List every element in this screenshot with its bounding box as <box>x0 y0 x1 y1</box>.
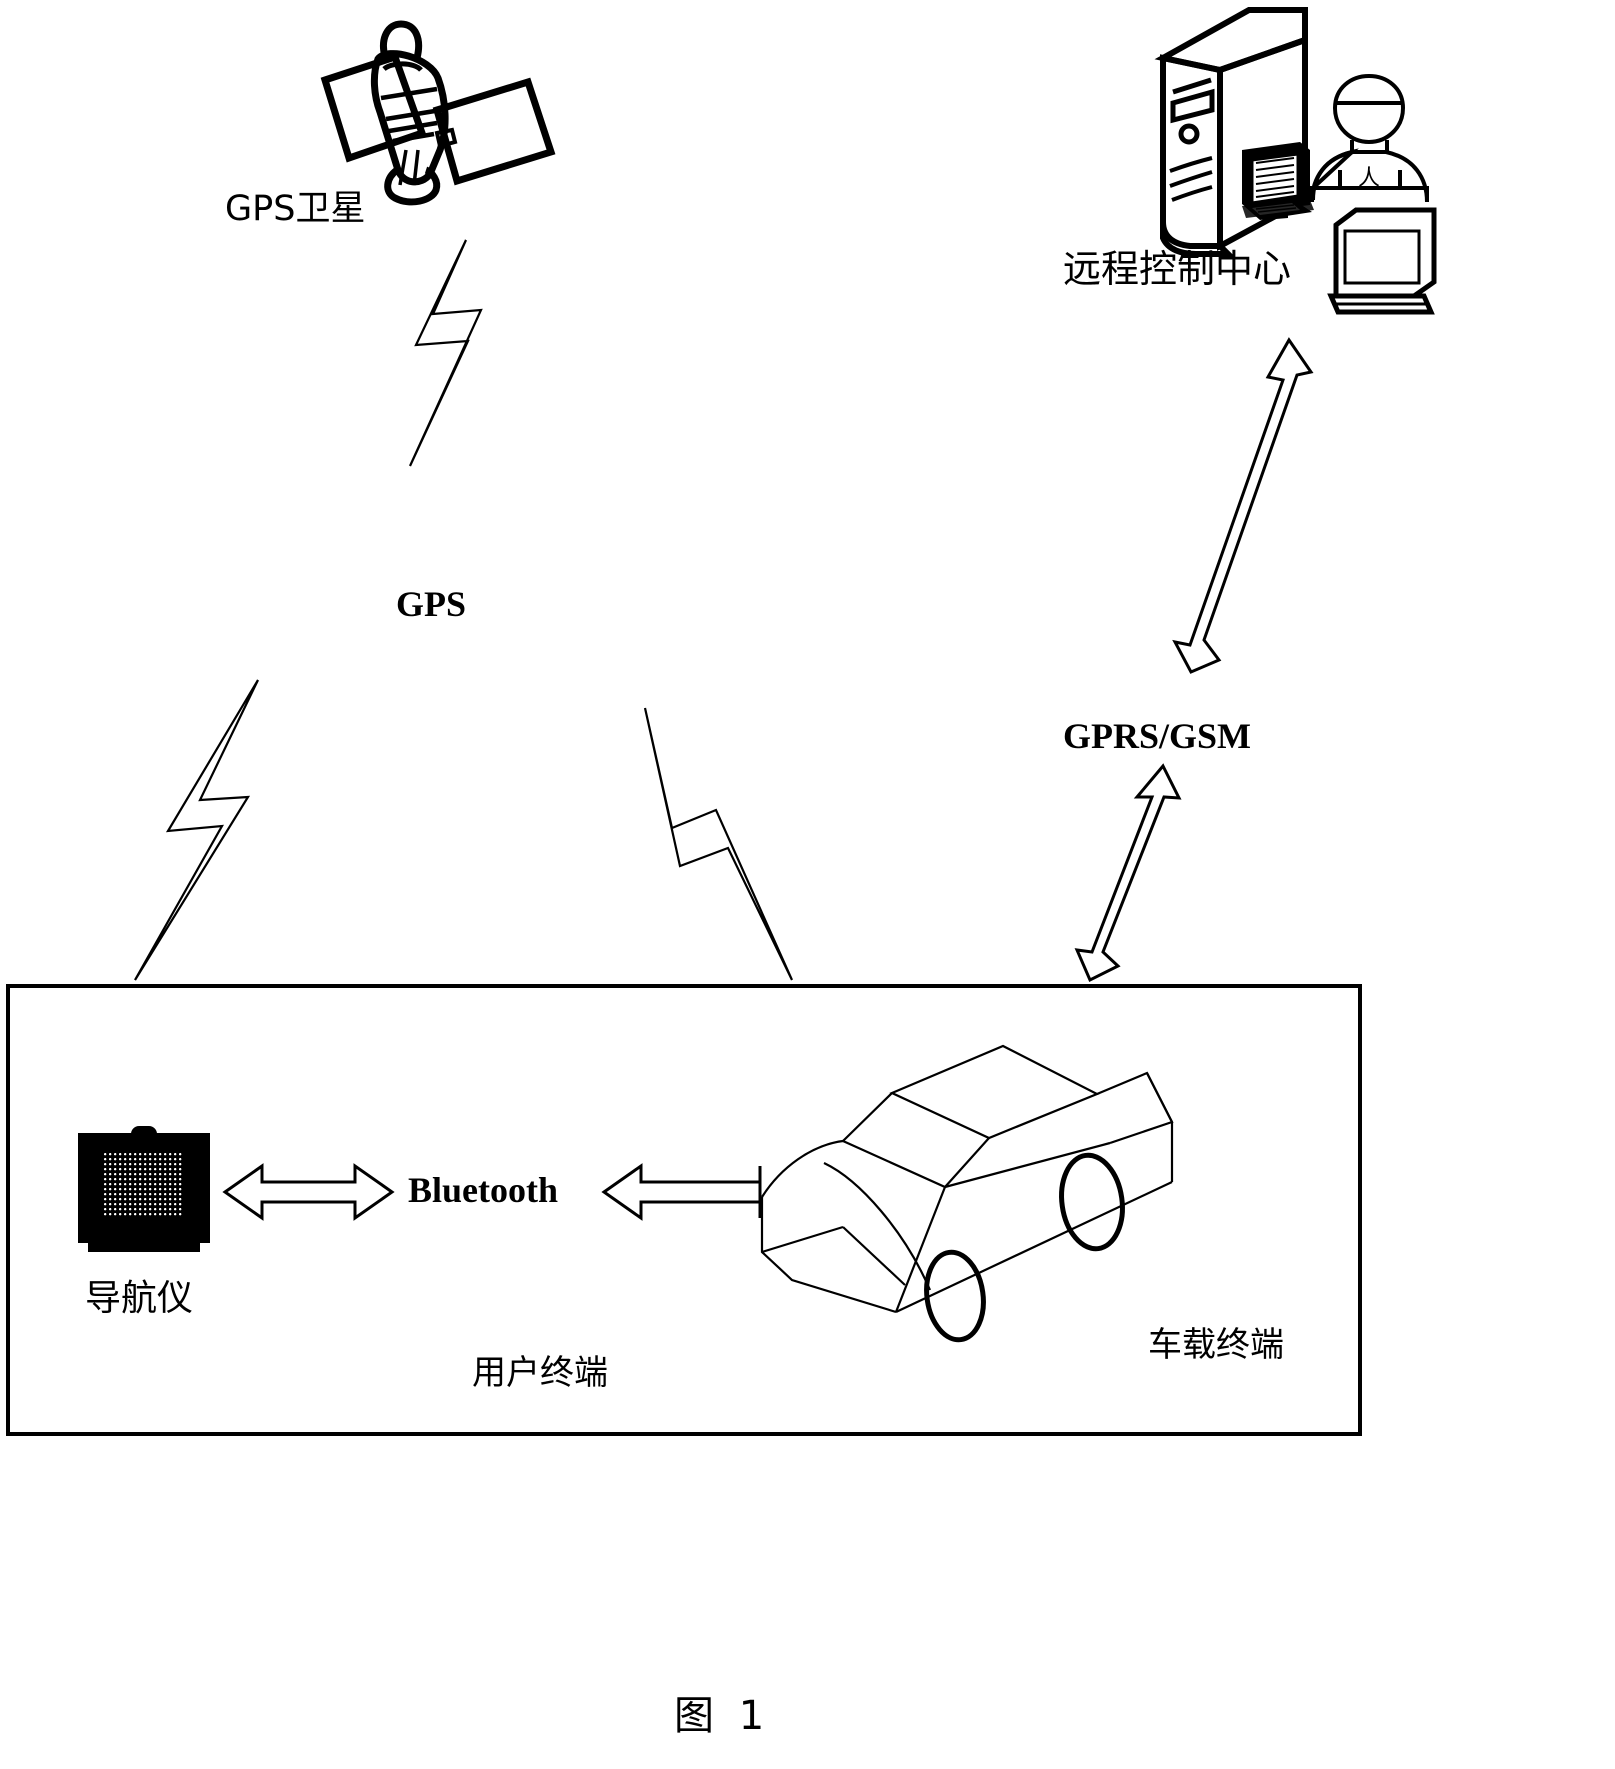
user-terminal-label: 用户终端 <box>472 1353 608 1393</box>
vehicle-terminal-label: 车载终端 <box>1148 1325 1284 1365</box>
navigator-label: 导航仪 <box>85 1278 194 1319</box>
lightning-bolt-icon-gps-left <box>134 679 259 981</box>
bluetooth-link-label: Bluetooth <box>408 1170 559 1210</box>
navigator-antenna-nub <box>131 1126 157 1137</box>
navigator-device-icon[interactable] <box>78 1126 210 1252</box>
gprs-gsm-link-label: GPRS/GSM <box>1063 716 1252 756</box>
laptop-icon <box>1327 207 1437 315</box>
double-arrow-icon-gprs-lower <box>1074 763 1182 983</box>
double-arrow-icon-bluetooth-right <box>601 1163 762 1221</box>
double-arrow-icon-gprs-upper <box>1172 337 1314 674</box>
diagram-vector-layer <box>6 7 1437 1436</box>
remote-control-center-label: 远程控制中心 <box>1063 247 1292 291</box>
gps-satellite-label: GPS卫星 <box>225 189 366 229</box>
figure-caption: 图 1 <box>674 1693 771 1739</box>
lightning-bolt-icon-gps-down <box>408 239 483 467</box>
satellite-icon <box>320 20 556 206</box>
gps-link-label: GPS <box>396 584 467 624</box>
figure-canvas: GPS卫星 远程控制中心 人 GPS GPRS/GSM Bluetooth 导航… <box>0 0 1615 1769</box>
navigator-screen <box>104 1153 184 1217</box>
car-icon <box>760 1044 1174 1343</box>
double-arrow-icon-bluetooth-left <box>222 1163 395 1221</box>
operator-person-label: 人 <box>1358 166 1381 191</box>
user-terminal-box <box>6 984 1362 1436</box>
navigator-base <box>88 1242 200 1252</box>
lightning-bolt-icon-gps-right <box>643 707 794 981</box>
desktop-monitor-icon <box>1242 142 1314 220</box>
server-tower-icon <box>1154 7 1308 257</box>
